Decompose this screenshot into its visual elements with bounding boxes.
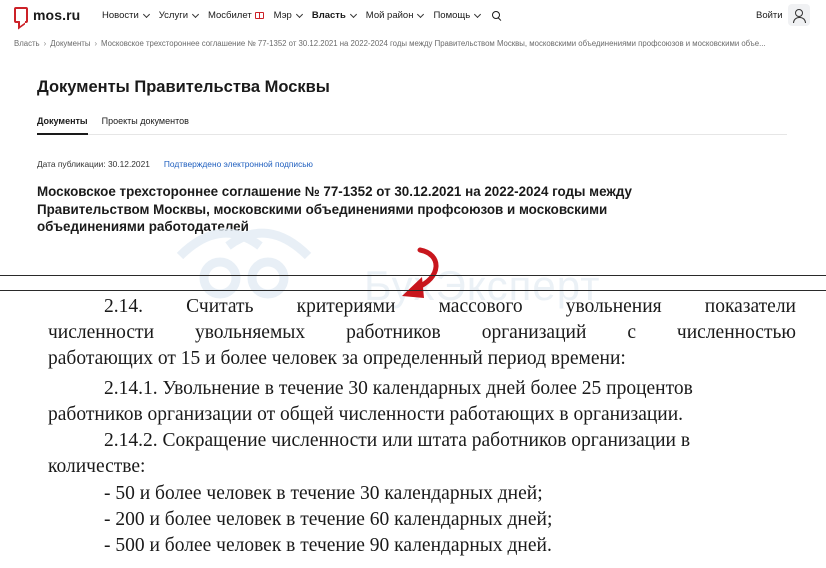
breadcrumb-item[interactable]: Документы — [50, 39, 90, 48]
nav-item-label: Помощь — [433, 10, 471, 21]
excerpt-line: - 50 и более человек в течение 30 календ… — [104, 483, 543, 504]
excerpt-line: работников организации от общей численно… — [48, 404, 684, 425]
top-navigation-bar: mos.ru Новости Услуги Мосбилет Мэр Власт… — [0, 0, 826, 32]
divider-line — [0, 275, 826, 276]
user-icon — [793, 9, 806, 23]
excerpt-word: увольнения — [565, 296, 662, 317]
excerpt-word: с — [627, 322, 636, 343]
nav-item-news[interactable]: Новости — [102, 10, 150, 21]
publication-date: Дата публикации: 30.12.2021 — [37, 159, 150, 169]
breadcrumb-current: Московское трехстороннее соглашение № 77… — [101, 39, 766, 48]
nav-item-authority[interactable]: Власть — [311, 10, 357, 21]
nav-item-label: Власть — [311, 10, 346, 21]
excerpt-word: численностью — [676, 322, 796, 343]
chevron-down-icon — [474, 10, 482, 18]
chevron-down-icon — [295, 10, 303, 18]
excerpt-word: численности — [48, 322, 155, 343]
nav-item-help[interactable]: Помощь — [433, 10, 482, 21]
tab-draft-documents[interactable]: Проекты документов — [102, 116, 189, 135]
page-title: Документы Правительства Москвы — [37, 78, 330, 96]
excerpt-word: Считать — [186, 296, 254, 317]
excerpt-word: увольняемых — [194, 322, 306, 343]
excerpt-word: работников — [346, 322, 441, 343]
logo-text: mos.ru — [33, 7, 81, 23]
nav-item-label: Мой район — [365, 10, 414, 21]
chevron-down-icon — [349, 10, 357, 18]
nav-item-label: Мэр — [273, 10, 292, 21]
excerpt-line: численности увольняемых работников орган… — [48, 322, 796, 344]
logo-icon — [14, 7, 28, 23]
mos-logo[interactable]: mos.ru — [14, 7, 80, 23]
publication-info: Дата публикации: 30.12.2021 Подтверждено… — [37, 159, 313, 169]
excerpt-word: 2.14. — [104, 296, 143, 317]
login-link[interactable]: Войти — [756, 10, 783, 21]
electronic-signature-link[interactable]: Подтверждено электронной подписью — [164, 159, 313, 169]
excerpt-word: массового — [438, 296, 523, 317]
nav-item-label: Услуги — [158, 10, 188, 21]
excerpt-word: критериями — [296, 296, 396, 317]
excerpt-line: - 200 и более человек в течение 60 кален… — [104, 509, 553, 530]
nav-item-mayor[interactable]: Мэр — [273, 10, 303, 21]
document-tabs: Документы Проекты документов — [37, 116, 787, 135]
nav-item-my-district[interactable]: Мой район — [365, 10, 425, 21]
ticket-icon — [254, 12, 264, 19]
excerpt-line: 2.14.2. Сокращение численности или штата… — [104, 430, 691, 451]
breadcrumb-item[interactable]: Власть — [14, 39, 40, 48]
nav-item-label: Мосбилет — [208, 10, 252, 21]
nav-item-mosbilet[interactable]: Мосбилет — [208, 10, 264, 21]
user-button[interactable] — [788, 4, 810, 26]
excerpt-line: 2.14. Считать критериями массового уволь… — [104, 296, 796, 318]
excerpt-line: работающих от 15 и более человек за опре… — [48, 348, 626, 369]
nav-item-label: Новости — [102, 10, 139, 21]
chevron-down-icon — [142, 10, 150, 18]
search-icon[interactable] — [492, 10, 502, 21]
excerpt-line: - 500 и более человек в течение 90 кален… — [104, 535, 552, 556]
document-excerpt: 2.14. Считать критериями массового уволь… — [0, 290, 826, 568]
breadcrumb-separator: › — [94, 39, 98, 48]
chevron-down-icon — [417, 10, 425, 18]
breadcrumb: Власть › Документы › Московское трехсторонне… — [14, 39, 814, 48]
excerpt-word: организаций — [481, 322, 587, 343]
excerpt-line: количестве: — [48, 456, 146, 477]
excerpt-line: 2.14.1. Увольнение в течение 30 календар… — [104, 378, 693, 399]
excerpt-word: показатели — [704, 296, 796, 317]
document-title: Московское трехстороннее соглашение № 77… — [37, 184, 632, 234]
nav-item-services[interactable]: Услуги — [158, 10, 200, 21]
main-nav: Новости Услуги Мосбилет Мэр Власть Мой р… — [102, 10, 502, 21]
breadcrumb-separator: › — [43, 39, 47, 48]
chevron-down-icon — [191, 10, 200, 18]
tab-documents[interactable]: Документы — [37, 116, 88, 135]
